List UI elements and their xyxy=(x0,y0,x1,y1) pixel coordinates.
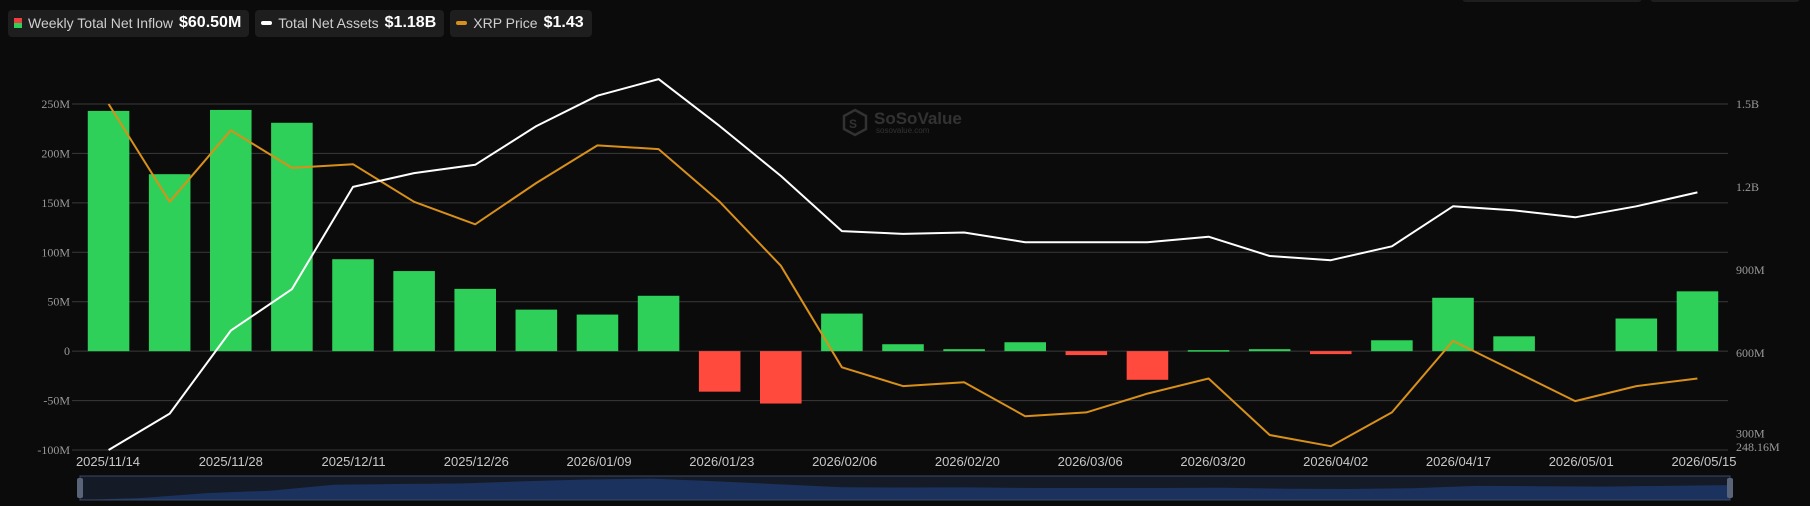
left-axis: 250M 200M 150M 100M 50M 0 -50M -100M xyxy=(37,97,70,457)
left-tick-label: 250M xyxy=(41,97,70,111)
right-tick-label: 900M xyxy=(1736,263,1765,277)
x-tick-label: 2025/11/14 xyxy=(76,454,140,469)
inflow-bar xyxy=(1615,318,1658,352)
left-tick-label: 0 xyxy=(64,344,70,358)
left-tick-label: 100M xyxy=(41,245,70,259)
inflow-bar xyxy=(760,351,802,404)
right-tick-label: 1.2B xyxy=(1736,180,1759,194)
svg-text:S: S xyxy=(849,117,857,131)
left-tick-label: -50M xyxy=(43,394,70,408)
left-tick-label: 50M xyxy=(47,295,70,309)
inflow-chart: S SoSoValue sosovalue.com 250M 200M 150M 10… xyxy=(37,78,1780,501)
inflow-bar xyxy=(515,309,558,352)
x-tick-label: 2025/11/28 xyxy=(199,454,263,469)
inflow-bar xyxy=(943,349,985,352)
x-tick-label: 2026/05/01 xyxy=(1549,454,1614,469)
inflow-bar xyxy=(1126,351,1169,380)
watermark-site: sosovalue.com xyxy=(876,126,930,135)
x-tick-label: 2026/03/06 xyxy=(1058,454,1123,469)
inflow-bar xyxy=(1493,336,1535,352)
navigator-left-handle xyxy=(77,478,83,498)
right-tick-label: 300M xyxy=(1736,427,1765,441)
inflow-bar xyxy=(882,344,924,352)
inflow-bar xyxy=(1432,297,1474,352)
x-tick-label: 2026/01/23 xyxy=(689,454,754,469)
inflow-bar xyxy=(1065,351,1108,356)
x-axis: 2025/11/14 2025/11/28 2025/12/11 2025/12/26… xyxy=(76,454,1737,469)
right-tick-label: 248.16M xyxy=(1736,440,1780,454)
inflow-bar xyxy=(1371,340,1413,352)
x-tick-label: 2025/12/26 xyxy=(444,454,509,469)
right-tick-label: 600M xyxy=(1736,346,1765,360)
inflow-bar xyxy=(393,271,435,352)
x-tick-label: 2026/02/06 xyxy=(812,454,877,469)
x-tick-label: 2026/02/20 xyxy=(935,454,1000,469)
x-tick-label: 2026/04/17 xyxy=(1426,454,1491,469)
inflow-bar xyxy=(576,314,619,352)
inflow-bar xyxy=(454,288,496,352)
inflow-bar xyxy=(271,122,313,352)
inflow-bar xyxy=(1004,342,1046,352)
x-tick-label: 2025/12/11 xyxy=(321,454,385,469)
x-tick-label: 2026/03/20 xyxy=(1180,454,1245,469)
x-tick-label: 2026/01/09 xyxy=(567,454,632,469)
inflow-bar xyxy=(87,110,130,352)
right-tick-label: 1.5B xyxy=(1736,97,1759,111)
left-tick-label: 200M xyxy=(41,146,70,160)
inflow-bar xyxy=(637,295,680,352)
x-tick-label: 2026/05/15 xyxy=(1671,454,1736,469)
inflow-bar xyxy=(1676,291,1719,352)
navigator-right-handle xyxy=(1727,478,1733,498)
watermark: S SoSoValue sosovalue.com xyxy=(842,108,962,137)
inflow-bar xyxy=(698,351,741,392)
range-navigator[interactable] xyxy=(77,475,1733,501)
inflow-bar xyxy=(1248,349,1291,352)
inflow-bar xyxy=(821,313,863,352)
x-tick-label: 2026/04/02 xyxy=(1303,454,1368,469)
left-tick-label: -100M xyxy=(37,443,70,457)
inflow-bars xyxy=(87,109,1719,404)
grid-lines xyxy=(72,103,1728,451)
inflow-bar xyxy=(1310,351,1352,355)
inflow-bar xyxy=(332,259,374,352)
inflow-bar xyxy=(1187,350,1230,352)
sosovalue-logo-icon: S xyxy=(842,108,868,137)
right-axis: 1.5B 1.2B 900M 600M 300M248.16M xyxy=(1736,97,1780,454)
left-tick-label: 150M xyxy=(41,196,70,210)
